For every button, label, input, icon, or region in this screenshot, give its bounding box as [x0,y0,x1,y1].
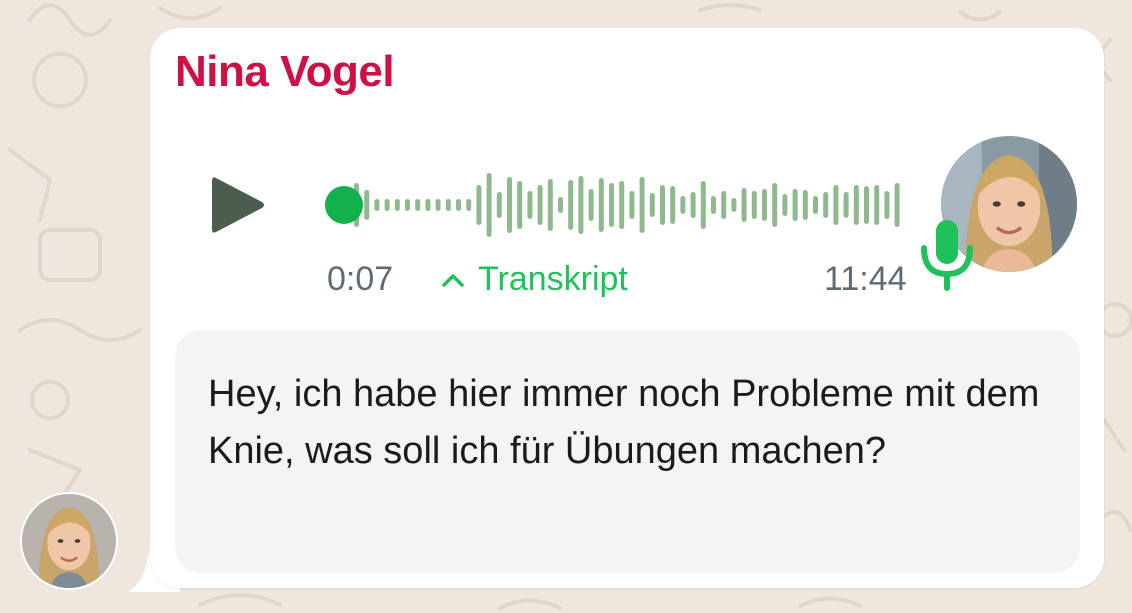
sender-avatar-small[interactable] [20,492,118,590]
waveform-bar [843,192,849,218]
waveform-bar [690,192,696,218]
waveform-bar [660,185,665,225]
waveform-bar [517,181,523,229]
waveform-bar [864,186,869,224]
waveform-bar [751,191,757,219]
elapsed-time: 0:07 [327,260,394,298]
waveform-bar [802,190,808,220]
waveform-bar [537,185,543,225]
waveform-bar [405,199,410,211]
waveform-bar [853,185,859,225]
waveform-bar [415,199,421,211]
waveform-bar [466,199,472,211]
transcript-toggle[interactable]: Transkript [438,258,628,300]
waveform-bar [721,191,727,219]
waveform-bar [425,199,431,211]
waveform-bar [394,199,400,211]
waveform-bar [609,183,614,227]
message-timestamp: 11:44 [824,260,907,298]
waveform-bar [384,199,390,211]
transcript-label: Transkript [478,260,628,298]
waveform-bar [639,177,645,233]
audio-waveform[interactable] [320,160,920,250]
waveform-bar [629,191,635,219]
waveform-bar [874,185,880,225]
waveform-bar [547,179,553,231]
waveform-bar [792,189,798,221]
waveform-bar [782,194,788,216]
waveform-bar [823,192,829,218]
waveform-bar [619,181,625,229]
microphone-icon [921,220,973,291]
chevron-up-icon [442,274,464,287]
waveform-bar [762,189,767,221]
waveform-bar [894,183,900,227]
sender-name[interactable]: Nina Vogel [175,46,395,98]
waveform-bar [588,189,594,221]
playback-scrubber [325,186,363,224]
waveform-bar [435,199,441,211]
waveform-bar [496,192,502,218]
play-button[interactable] [206,174,268,236]
waveform-bar [578,176,584,234]
waveform-bar [374,199,380,211]
waveform-bar [711,196,716,214]
waveform-bar [598,178,604,232]
waveform-bar [476,185,482,225]
waveform-bar [813,196,818,214]
waveform-bar [364,190,370,220]
waveform-bar [568,180,574,230]
waveform-bar [670,186,676,224]
waveform-bar [456,199,461,211]
waveform-bar [649,193,655,217]
waveform-bar [741,188,747,222]
transcript-text: Hey, ich habe hier immer noch Probleme m… [208,373,1040,472]
waveform-bar [680,196,686,214]
waveform-bar [772,183,778,227]
waveform-bar [731,198,737,212]
transcript-panel: Hey, ich habe hier immer noch Probleme m… [175,330,1080,573]
waveform-bar [558,197,563,213]
waveform-bar [700,181,706,229]
waveform-bar [445,199,451,211]
waveform-bar [884,191,890,219]
waveform-bar [527,191,533,219]
waveform-bar [486,173,492,237]
play-icon [212,177,264,233]
waveform-bar [833,185,839,225]
waveform-bar [507,177,512,233]
